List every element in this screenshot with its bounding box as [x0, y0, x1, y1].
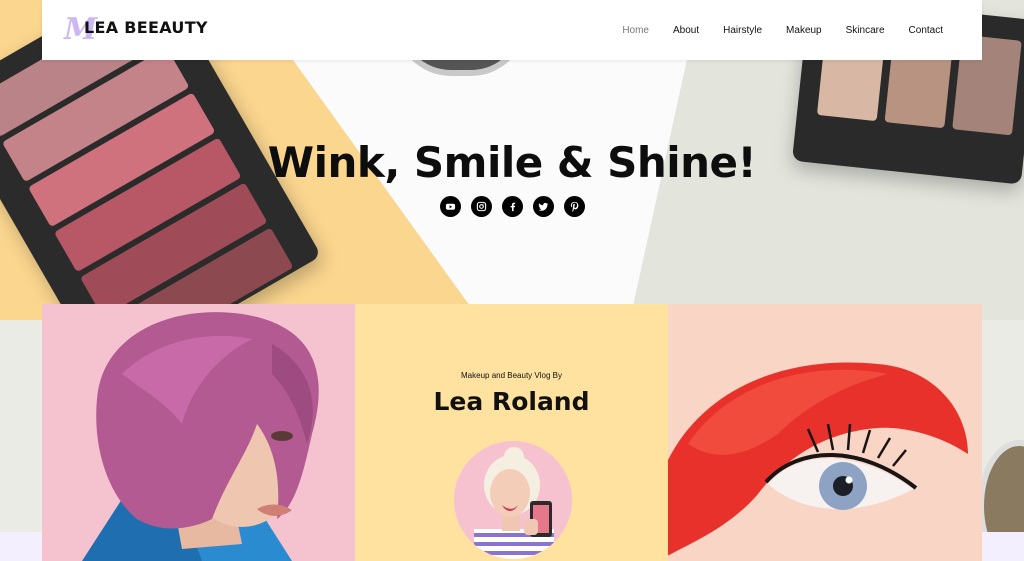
red-eye-makeup-image — [668, 304, 982, 561]
portrait-photo — [42, 304, 355, 561]
main-nav: Home About Hairstyle Makeup Skincare Con… — [610, 0, 955, 60]
twitter-icon[interactable] — [532, 196, 554, 217]
top-navbar: M LEA BEEAUTY Home About Hairstyle Makeu… — [42, 0, 982, 60]
pink-hair-portrait-image — [42, 304, 355, 561]
hero-title: Wink, Smile & Shine! — [267, 138, 757, 187]
logo-text[interactable]: LEA BEEAUTY — [84, 18, 208, 37]
nav-skincare[interactable]: Skincare — [834, 25, 897, 36]
vlog-intro-panel: Makeup and Beauty Vlog By Lea Roland — [355, 304, 668, 561]
instagram-icon[interactable] — [470, 196, 492, 217]
vlog-author-name: Lea Roland — [433, 387, 590, 416]
avatar — [454, 441, 572, 559]
facebook-icon[interactable] — [501, 196, 523, 217]
eye-makeup-photo — [668, 304, 982, 561]
nav-home[interactable]: Home — [610, 25, 661, 36]
youtube-icon[interactable] — [439, 196, 461, 217]
nav-contact[interactable]: Contact — [897, 25, 955, 36]
vlog-subtitle: Makeup and Beauty Vlog By — [461, 371, 562, 380]
pinterest-icon[interactable] — [563, 196, 585, 217]
nav-about[interactable]: About — [661, 25, 711, 36]
social-links — [0, 196, 1024, 217]
nav-makeup[interactable]: Makeup — [774, 25, 834, 36]
nav-hairstyle[interactable]: Hairstyle — [711, 25, 774, 36]
